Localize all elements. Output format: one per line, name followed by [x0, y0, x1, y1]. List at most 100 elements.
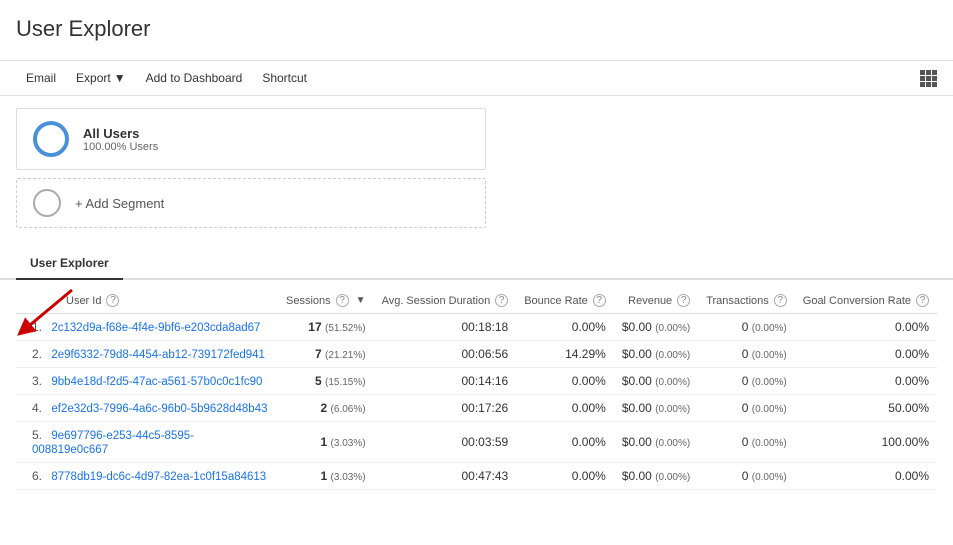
row-number: 1.: [32, 320, 42, 334]
shortcut-button[interactable]: Shortcut: [252, 67, 317, 89]
cell-avg-duration: 00:03:59: [374, 422, 517, 463]
cell-transactions: 0 (0.00%): [698, 395, 795, 422]
user-id-link[interactable]: 2c132d9a-f68e-4f4e-9bf6-e203cda8ad67: [51, 322, 260, 334]
page-title: User Explorer: [16, 16, 937, 42]
tab-bar: User Explorer: [0, 248, 953, 280]
sessions-value: 7: [315, 347, 322, 361]
cell-avg-duration: 00:18:18: [374, 314, 517, 341]
sessions-pct: (3.03%): [331, 438, 366, 449]
cell-avg-duration: 00:47:43: [374, 463, 517, 490]
bounce-rate-help-icon[interactable]: ?: [593, 294, 606, 307]
cell-user-id: 3. 9bb4e18d-f2d5-47ac-a561-57b0c0c1fc90: [16, 368, 278, 395]
sessions-value: 1: [321, 469, 328, 483]
cell-revenue: $0.00 (0.00%): [614, 463, 698, 490]
cell-goal-conversion: 50.00%: [795, 395, 937, 422]
cell-bounce-rate: 0.00%: [516, 314, 614, 341]
cell-transactions: 0 (0.00%): [698, 463, 795, 490]
sessions-help-icon[interactable]: ?: [336, 294, 349, 307]
cell-user-id: 1. 2c132d9a-f68e-4f4e-9bf6-e203cda8ad67: [16, 314, 278, 341]
cell-sessions: 2 (6.06%): [278, 395, 374, 422]
cell-revenue: $0.00 (0.00%): [614, 422, 698, 463]
segment-name: All Users: [83, 126, 158, 141]
table-row: 6. 8778db19-dc6c-4d97-82ea-1c0f15a84613 …: [16, 463, 937, 490]
cell-user-id: 5. 9e697796-e253-44c5-8595-008819e0c667: [16, 422, 278, 463]
revenue-help-icon[interactable]: ?: [677, 294, 690, 307]
sessions-pct: (51.52%): [325, 323, 366, 334]
cell-transactions: 0 (0.00%): [698, 422, 795, 463]
data-table: User Id ? Sessions ? ▼ Avg. Session Dura…: [16, 288, 937, 490]
user-id-link[interactable]: 9e697796-e253-44c5-8595-008819e0c667: [32, 430, 194, 456]
cell-user-id: 4. ef2e32d3-7996-4a6c-96b0-5b9628d48b43: [16, 395, 278, 422]
user-id-link[interactable]: ef2e32d3-7996-4a6c-96b0-5b9628d48b43: [51, 403, 267, 415]
cell-bounce-rate: 0.00%: [516, 422, 614, 463]
cell-transactions: 0 (0.00%): [698, 341, 795, 368]
th-avg-session-duration: Avg. Session Duration ?: [374, 288, 517, 314]
email-button[interactable]: Email: [16, 67, 66, 89]
all-users-segment[interactable]: All Users 100.00% Users: [16, 108, 486, 170]
row-number: 4.: [32, 401, 42, 415]
cell-transactions: 0 (0.00%): [698, 368, 795, 395]
add-segment-card[interactable]: + Add Segment: [16, 178, 486, 228]
table-section: User Id ? Sessions ? ▼ Avg. Session Dura…: [0, 280, 953, 506]
cell-goal-conversion: 0.00%: [795, 368, 937, 395]
cell-user-id: 2. 2e9f6332-79d8-4454-ab12-739172fed941: [16, 341, 278, 368]
sort-desc-icon[interactable]: ▼: [356, 295, 366, 306]
th-goal-conversion-rate: Goal Conversion Rate ?: [795, 288, 937, 314]
cell-revenue: $0.00 (0.00%): [614, 395, 698, 422]
cell-goal-conversion: 0.00%: [795, 341, 937, 368]
toolbar: Email Export ▼ Add to Dashboard Shortcut: [0, 60, 953, 96]
cell-transactions: 0 (0.00%): [698, 314, 795, 341]
goal-conversion-help-icon[interactable]: ?: [916, 294, 929, 307]
sessions-pct: (3.03%): [331, 472, 366, 483]
sessions-value: 17: [308, 320, 321, 334]
chevron-down-icon: ▼: [114, 71, 126, 85]
cell-goal-conversion: 100.00%: [795, 422, 937, 463]
table-row: 3. 9bb4e18d-f2d5-47ac-a561-57b0c0c1fc90 …: [16, 368, 937, 395]
table-row: 2. 2e9f6332-79d8-4454-ab12-739172fed941 …: [16, 341, 937, 368]
tab-user-explorer[interactable]: User Explorer: [16, 248, 123, 280]
table-row: 1. 2c132d9a-f68e-4f4e-9bf6-e203cda8ad67 …: [16, 314, 937, 341]
table-row: 4. ef2e32d3-7996-4a6c-96b0-5b9628d48b43 …: [16, 395, 937, 422]
export-button[interactable]: Export ▼: [66, 67, 136, 89]
sessions-pct: (6.06%): [331, 404, 366, 415]
user-id-link[interactable]: 8778db19-dc6c-4d97-82ea-1c0f15a84613: [51, 471, 266, 483]
row-number: 6.: [32, 469, 42, 483]
th-sessions: Sessions ? ▼: [278, 288, 374, 314]
segment-sub: 100.00% Users: [83, 141, 158, 153]
user-id-link[interactable]: 9bb4e18d-f2d5-47ac-a561-57b0c0c1fc90: [51, 376, 262, 388]
cell-goal-conversion: 0.00%: [795, 463, 937, 490]
sessions-value: 2: [321, 401, 328, 415]
cell-sessions: 7 (21.21%): [278, 341, 374, 368]
page-header: User Explorer Email Export ▼ Add to Dash…: [0, 0, 953, 280]
sessions-value: 1: [321, 435, 328, 449]
add-to-dashboard-button[interactable]: Add to Dashboard: [136, 67, 253, 89]
cell-revenue: $0.00 (0.00%): [614, 314, 698, 341]
cell-avg-duration: 00:14:16: [374, 368, 517, 395]
cell-sessions: 1 (3.03%): [278, 463, 374, 490]
cell-sessions: 17 (51.52%): [278, 314, 374, 341]
th-transactions: Transactions ?: [698, 288, 795, 314]
user-id-help-icon[interactable]: ?: [106, 294, 119, 307]
cell-bounce-rate: 0.00%: [516, 368, 614, 395]
segment-info: All Users 100.00% Users: [83, 126, 158, 153]
cell-goal-conversion: 0.00%: [795, 314, 937, 341]
table-row: 5. 9e697796-e253-44c5-8595-008819e0c667 …: [16, 422, 937, 463]
cell-bounce-rate: 14.29%: [516, 341, 614, 368]
cell-avg-duration: 00:06:56: [374, 341, 517, 368]
user-id-link[interactable]: 2e9f6332-79d8-4454-ab12-739172fed941: [51, 349, 265, 361]
row-number: 5.: [32, 428, 42, 442]
transactions-help-icon[interactable]: ?: [774, 294, 787, 307]
cell-sessions: 5 (15.15%): [278, 368, 374, 395]
avg-duration-help-icon[interactable]: ?: [495, 294, 508, 307]
row-number: 2.: [32, 347, 42, 361]
th-revenue: Revenue ?: [614, 288, 698, 314]
segment-circle-icon: [33, 121, 69, 157]
segment-area: All Users 100.00% Users + Add Segment: [0, 96, 953, 240]
add-segment-label: + Add Segment: [75, 196, 164, 211]
th-bounce-rate: Bounce Rate ?: [516, 288, 614, 314]
cell-revenue: $0.00 (0.00%): [614, 341, 698, 368]
grid-view-icon[interactable]: [920, 70, 937, 87]
sessions-pct: (15.15%): [325, 377, 366, 388]
cell-user-id: 6. 8778db19-dc6c-4d97-82ea-1c0f15a84613: [16, 463, 278, 490]
cell-avg-duration: 00:17:26: [374, 395, 517, 422]
